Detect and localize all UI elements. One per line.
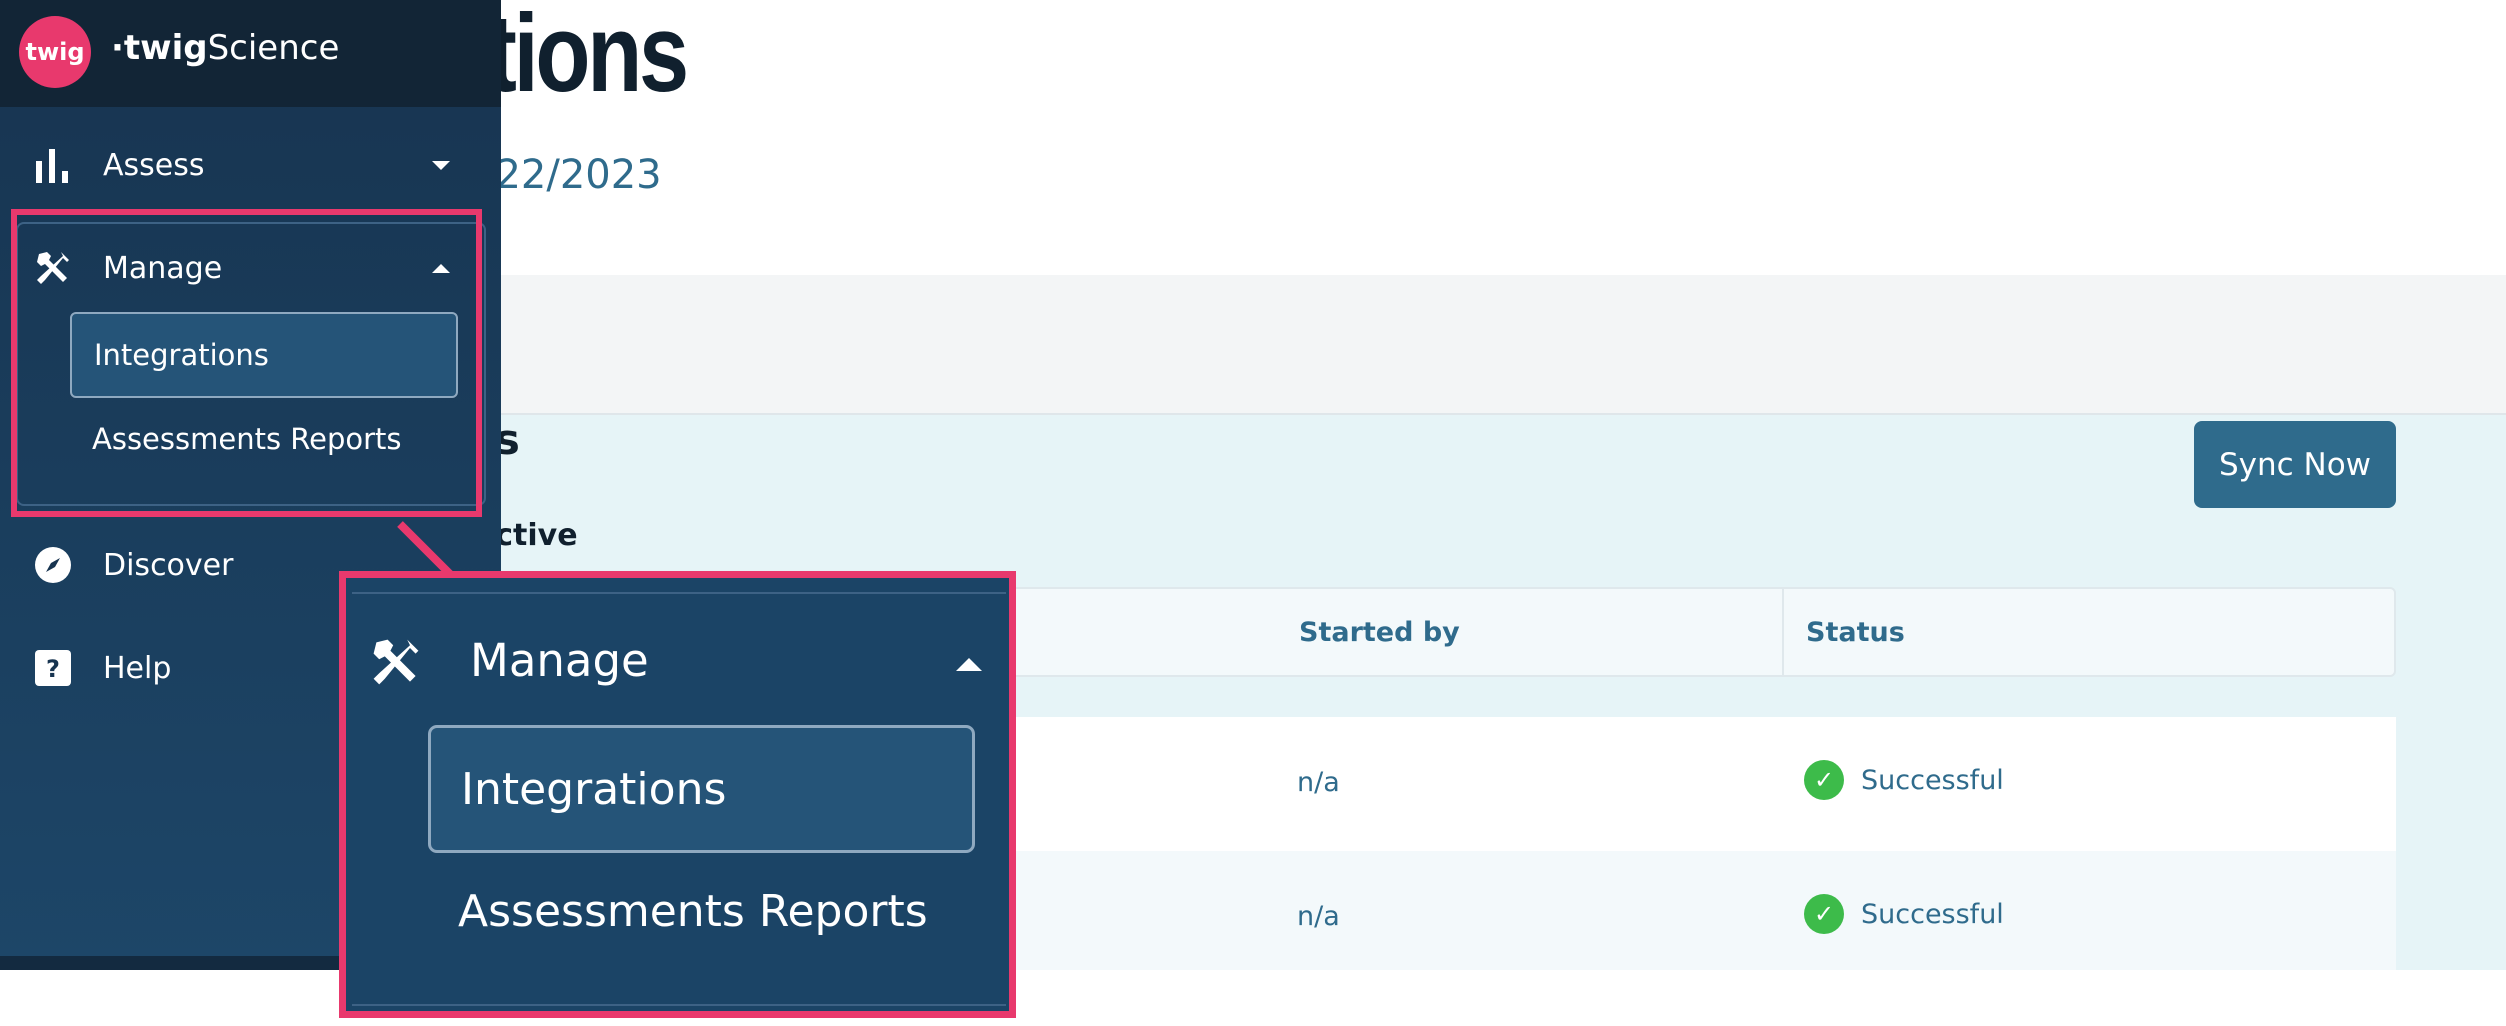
sidebar-item-assess[interactable]: Assess — [0, 120, 501, 210]
started-by-cell: n/a — [1297, 767, 1340, 798]
check-circle-icon: ✓ — [1804, 760, 1844, 800]
status-text: Successful — [1861, 898, 2004, 930]
question-icon: ? — [33, 648, 73, 688]
sync-now-button[interactable]: Sync Now — [2194, 421, 2396, 508]
sidebar-item-label: Assess — [103, 147, 205, 183]
svg-text:?: ? — [46, 655, 60, 683]
twig-logo[interactable]: twig — [19, 16, 91, 88]
column-header-status[interactable]: Status — [1806, 617, 1905, 648]
brand-name: ·twigScience — [111, 28, 339, 68]
status-text: Successful — [1861, 764, 2004, 796]
chevron-down-icon — [432, 160, 450, 170]
status-cell: ✓ Successful — [1804, 760, 2004, 800]
tools-icon — [368, 634, 424, 690]
zoom-callout: Manage Integrations Assessments Reports — [339, 571, 1016, 1018]
sidebar-item-label: Help — [103, 650, 172, 686]
brand-suffix: Science — [207, 28, 340, 68]
column-divider — [1782, 589, 1784, 677]
started-by-cell: n/a — [1297, 901, 1340, 932]
sidebar-header: twig ·twigScience — [0, 0, 501, 107]
callout-divider — [352, 1004, 1006, 1006]
callout-manage-label: Manage — [470, 634, 649, 687]
callout-divider — [352, 592, 1006, 594]
column-header-started-by[interactable]: Started by — [1299, 617, 1460, 648]
status-cell: ✓ Successful — [1804, 894, 2004, 934]
sidebar-item-label: Discover — [103, 547, 234, 583]
highlight-box — [11, 209, 482, 517]
compass-icon — [33, 545, 73, 585]
chevron-up-icon — [956, 658, 982, 671]
callout-integrations-item: Integrations — [428, 725, 975, 853]
check-circle-icon: ✓ — [1804, 894, 1844, 934]
brand-prefix: ·twig — [111, 28, 208, 68]
callout-assessments-reports-item: Assessments Reports — [458, 886, 928, 937]
bar-chart-icon — [33, 145, 73, 185]
